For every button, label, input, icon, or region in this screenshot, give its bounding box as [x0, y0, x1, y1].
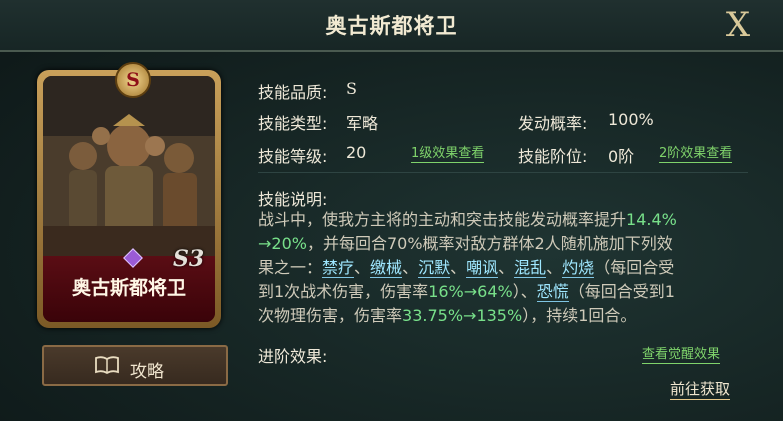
quality-value: S: [346, 79, 357, 98]
effect-tag-confusion[interactable]: 混乱: [514, 258, 547, 278]
desc-value: →135%: [463, 306, 523, 325]
guide-button[interactable]: 攻略: [42, 345, 228, 386]
skill-card-art: 奥古斯都将卫 S3: [43, 76, 215, 322]
desc-separator: 、: [354, 258, 371, 277]
desc-value: 33.75%: [402, 306, 464, 325]
desc-text: 战斗中，使我方主将的主动和突击技能发动概率提升: [258, 210, 627, 229]
desc-text: ），持续1回合。: [522, 306, 637, 325]
level-value: 20: [346, 143, 367, 162]
guide-button-label: 攻略: [130, 362, 164, 382]
type-value: 军略: [346, 114, 379, 133]
close-button[interactable]: X: [720, 6, 756, 44]
quality-label: 技能品质:: [258, 83, 328, 102]
description-label: 技能说明:: [258, 190, 328, 209]
card-stamp: S3: [173, 246, 205, 272]
desc-text: 到1次战术伤害，伤害率: [258, 282, 429, 301]
chance-value: 100%: [608, 110, 654, 129]
skill-detail-panel: 奥古斯都将卫 X 奥古斯都将卫 S3 S 攻略 技能品质: S 技能类型: 军略…: [0, 0, 783, 421]
panel-title: 奥古斯都将卫: [325, 14, 458, 38]
desc-separator: 、: [546, 258, 563, 277]
desc-value: 14.4%: [626, 210, 677, 229]
level-label: 技能等级:: [258, 147, 328, 166]
desc-separator: 、: [402, 258, 419, 277]
book-icon: [95, 356, 119, 375]
goto-obtain-button[interactable]: 前往获取: [670, 378, 731, 400]
skill-card: 奥古斯都将卫 S3: [37, 70, 221, 328]
desc-value: 16%: [428, 282, 464, 301]
section-divider: [258, 172, 748, 173]
skill-description: 战斗中，使我方主将的主动和突击技能发动概率提升14.4% →20%，并每回合70…: [258, 208, 738, 328]
desc-text: （每回合受: [594, 258, 675, 277]
desc-value: →20%: [258, 234, 307, 253]
advance-label: 进阶效果:: [258, 347, 328, 366]
type-label: 技能类型:: [258, 114, 328, 133]
desc-text: 次物理伤害，伤害率: [258, 306, 403, 325]
chance-label: 发动概率:: [518, 114, 588, 133]
desc-text: 果之一：: [258, 258, 323, 277]
stage-value: 0阶: [608, 147, 635, 166]
desc-separator: 、: [450, 258, 467, 277]
effect-tag-heal-block[interactable]: 禁疗: [322, 258, 355, 278]
desc-text: （每回合受到1: [568, 282, 675, 301]
desc-text: ）、: [512, 282, 537, 301]
stage-effect-link[interactable]: 2阶效果查看: [659, 142, 733, 163]
stage-label: 技能阶位:: [518, 147, 588, 166]
desc-separator: 、: [498, 258, 515, 277]
desc-text: ，并每回合70%概率对敌方群体2人随机施加下列效: [306, 234, 673, 253]
effect-tag-panic[interactable]: 恐慌: [536, 282, 569, 302]
card-illustration: [43, 76, 215, 256]
desc-value: →64%: [463, 282, 513, 301]
level-effect-link[interactable]: 1级效果查看: [411, 142, 485, 163]
card-name: 奥古斯都将卫: [71, 277, 186, 299]
grade-badge: S: [115, 62, 151, 98]
effect-tag-taunt[interactable]: 嘲讽: [466, 258, 499, 278]
title-bar: 奥古斯都将卫 X: [0, 0, 783, 52]
awaken-effect-link[interactable]: 查看觉醒效果: [642, 343, 721, 364]
effect-tag-burn[interactable]: 灼烧: [562, 258, 595, 278]
effect-tag-silence[interactable]: 沉默: [418, 258, 451, 278]
effect-tag-disarm[interactable]: 缴械: [370, 258, 403, 278]
